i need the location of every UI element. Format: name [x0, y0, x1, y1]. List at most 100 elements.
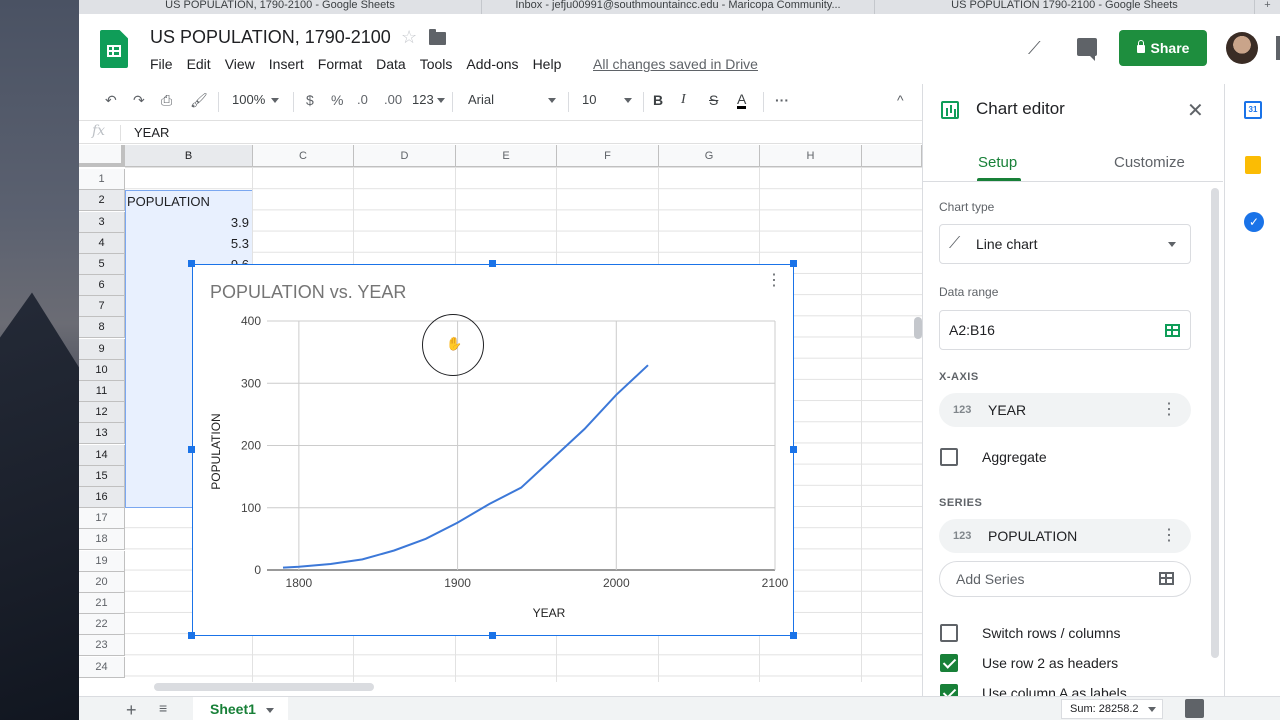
row-header[interactable]: 8: [79, 317, 125, 338]
series-field[interactable]: 123 POPULATION ⋮: [939, 519, 1191, 553]
row-header[interactable]: 20: [79, 572, 125, 593]
resize-handle[interactable]: [790, 446, 797, 453]
comments-icon[interactable]: [1077, 38, 1097, 61]
star-icon[interactable]: ☆: [401, 27, 417, 48]
cell-b4[interactable]: 5.3: [125, 233, 249, 254]
row-header[interactable]: 10: [79, 360, 125, 381]
tab-setup[interactable]: Setup: [978, 154, 1017, 171]
resize-handle[interactable]: [489, 632, 496, 639]
user-avatar[interactable]: [1226, 32, 1258, 64]
sheets-logo-icon[interactable]: [100, 30, 128, 68]
column-header-f[interactable]: F: [557, 145, 659, 167]
explore-icon[interactable]: [1185, 699, 1204, 718]
editor-scrollbar[interactable]: [1211, 188, 1219, 658]
x-axis-field[interactable]: 123 YEAR ⋮: [939, 393, 1191, 427]
row-header[interactable]: 17: [79, 508, 125, 529]
more-formats-select[interactable]: 123: [412, 92, 445, 107]
bold-button[interactable]: B: [653, 92, 663, 108]
browser-tab-inbox[interactable]: Inbox - jefju00991@southmountaincc.edu -…: [482, 0, 875, 14]
aggregate-checkbox[interactable]: [940, 448, 958, 466]
row-header[interactable]: 19: [79, 551, 125, 572]
row-header[interactable]: 21: [79, 593, 125, 614]
browser-tab-sheets[interactable]: US POPULATION, 1790-2100 - Google Sheets: [79, 0, 482, 14]
column-header-d[interactable]: D: [354, 145, 456, 167]
resize-handle[interactable]: [489, 260, 496, 267]
cell-b2[interactable]: POPULATION: [127, 191, 210, 212]
row-header[interactable]: 16: [79, 487, 125, 508]
row-header[interactable]: 1: [79, 169, 125, 190]
menu-file[interactable]: File: [150, 56, 173, 72]
menu-edit[interactable]: Edit: [187, 56, 211, 72]
add-series-button[interactable]: Add Series: [939, 561, 1191, 597]
more-options-icon[interactable]: ···: [775, 92, 789, 108]
sheet-tab[interactable]: Sheet1: [193, 697, 288, 720]
redo-icon[interactable]: ↷: [133, 92, 145, 109]
menu-view[interactable]: View: [225, 56, 255, 72]
data-range-input[interactable]: A2:B16: [939, 310, 1191, 350]
more-vert-icon[interactable]: ⋮: [1161, 519, 1177, 553]
column-header-g[interactable]: G: [659, 145, 760, 167]
zoom-select[interactable]: 100%: [232, 92, 280, 107]
embedded-chart[interactable]: POPULATION vs. YEAR ⋮ 0 100 200 300 400 1800 1…: [192, 264, 794, 636]
select-range-icon[interactable]: [1165, 324, 1180, 337]
row-header[interactable]: 2: [79, 190, 125, 211]
menu-format[interactable]: Format: [318, 56, 362, 72]
keep-icon[interactable]: [1245, 156, 1261, 174]
new-tab-button[interactable]: +: [1255, 0, 1280, 14]
menu-help[interactable]: Help: [533, 56, 562, 72]
menu-addons[interactable]: Add-ons: [466, 56, 518, 72]
use-column-labels-checkbox[interactable]: [940, 684, 958, 696]
folder-icon[interactable]: [429, 29, 446, 45]
save-status-link[interactable]: All changes saved in Drive: [593, 56, 758, 72]
column-header-b[interactable]: B: [125, 145, 253, 167]
row-header[interactable]: 7: [79, 296, 125, 317]
close-icon[interactable]: ✕: [1187, 98, 1204, 123]
more-vert-icon[interactable]: ⋮: [1161, 393, 1177, 427]
resize-handle[interactable]: [188, 632, 195, 639]
resize-handle[interactable]: [790, 632, 797, 639]
print-icon[interactable]: ⎙: [161, 92, 172, 109]
collapse-menus-icon[interactable]: ^: [897, 92, 904, 108]
row-header[interactable]: 6: [79, 275, 125, 296]
row-header[interactable]: 4: [79, 233, 125, 254]
sum-status[interactable]: Sum: 28258.2: [1061, 699, 1163, 719]
activity-trend-icon[interactable]: ⟋: [1028, 38, 1041, 59]
row-header[interactable]: 24: [79, 657, 125, 678]
menu-insert[interactable]: Insert: [269, 56, 304, 72]
calendar-icon[interactable]: 31: [1244, 101, 1262, 119]
tab-customize[interactable]: Customize: [1114, 154, 1185, 171]
row-header[interactable]: 3: [79, 212, 125, 233]
column-header-i[interactable]: [862, 145, 922, 167]
horizontal-scrollbar[interactable]: [154, 683, 374, 691]
font-size-select[interactable]: 10: [582, 92, 632, 107]
text-color-button[interactable]: A: [737, 92, 747, 109]
resize-handle[interactable]: [790, 260, 797, 267]
decrease-decimal-button[interactable]: .0: [357, 92, 368, 107]
all-sheets-icon[interactable]: ≡: [159, 700, 167, 716]
menu-data[interactable]: Data: [376, 56, 406, 72]
column-header-c[interactable]: C: [253, 145, 354, 167]
tasks-icon[interactable]: ✓: [1244, 212, 1264, 232]
increase-decimal-button[interactable]: .00: [384, 92, 402, 107]
use-row-headers-checkbox[interactable]: [940, 654, 958, 672]
row-header[interactable]: 14: [79, 445, 125, 466]
formula-input[interactable]: YEAR: [134, 125, 169, 140]
add-sheet-icon[interactable]: +: [126, 700, 137, 720]
chart-type-select[interactable]: ⟋ Line chart: [939, 224, 1191, 264]
row-header[interactable]: 15: [79, 466, 125, 487]
resize-handle[interactable]: [188, 446, 195, 453]
vertical-scrollbar[interactable]: [914, 317, 922, 339]
row-header[interactable]: 22: [79, 614, 125, 635]
paint-format-icon[interactable]: 🖌: [190, 92, 208, 109]
currency-button[interactable]: $: [306, 92, 314, 108]
percent-button[interactable]: %: [331, 92, 343, 108]
row-header[interactable]: 12: [79, 402, 125, 423]
row-header[interactable]: 11: [79, 381, 125, 402]
row-header[interactable]: 9: [79, 339, 125, 360]
select-all-corner[interactable]: [79, 145, 125, 167]
italic-button[interactable]: I: [681, 92, 686, 108]
menu-tools[interactable]: Tools: [420, 56, 453, 72]
row-header[interactable]: 23: [79, 635, 125, 656]
document-title[interactable]: US POPULATION, 1790-2100: [150, 27, 391, 48]
row-header[interactable]: 5: [79, 254, 125, 275]
